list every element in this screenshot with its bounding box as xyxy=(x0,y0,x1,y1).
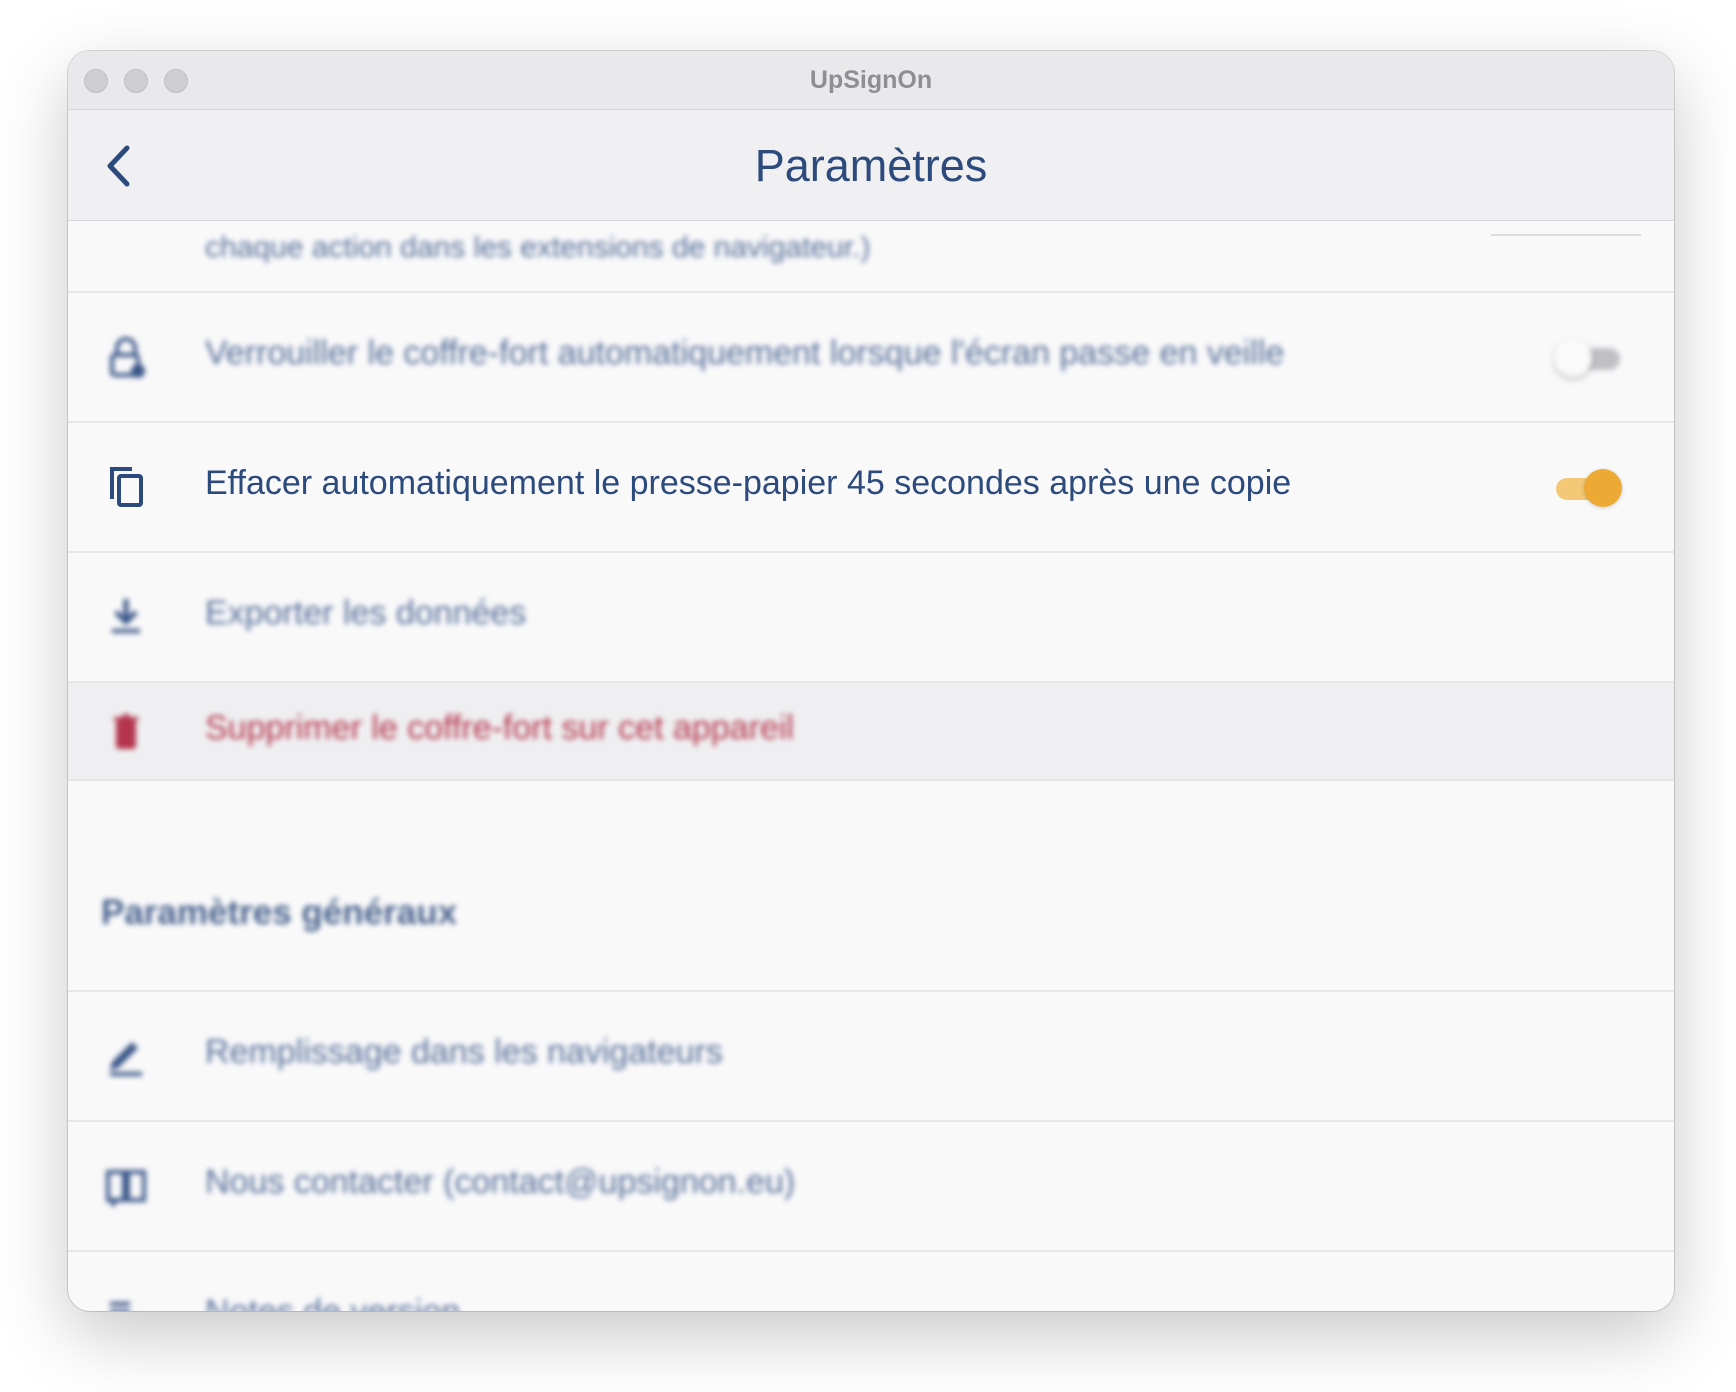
toggle-thumb xyxy=(1584,469,1622,507)
setting-row-lock-on-sleep[interactable]: Verrouiller le coffre-fort automatiqueme… xyxy=(68,293,1674,423)
setting-row-release-notes[interactable]: Notes de version xyxy=(68,1252,1674,1311)
book-icon xyxy=(102,1162,150,1210)
setting-row-contact[interactable]: Nous contacter (contact@upsignon.eu) xyxy=(68,1122,1674,1252)
page-title: Paramètres xyxy=(754,140,988,191)
setting-label: Remplissage dans les navigateurs xyxy=(205,1033,723,1071)
section-title-general: Paramètres généraux xyxy=(101,893,458,932)
setting-row-browser-autofill[interactable]: Remplissage dans les navigateurs xyxy=(68,992,1674,1122)
settings-list: chaque action dans les extensions de nav… xyxy=(68,221,1674,1311)
setting-row-clear-clipboard[interactable]: Effacer automatiquement le presse-papier… xyxy=(68,423,1674,553)
partial-setting-row: chaque action dans les extensions de nav… xyxy=(68,221,1674,293)
window-title: UpSignOn xyxy=(809,66,933,94)
app-window: UpSignOn Paramètres chaque action dans l… xyxy=(68,51,1674,1311)
toggle-thumb xyxy=(1554,339,1592,377)
notes-icon xyxy=(102,1292,150,1311)
pen-icon xyxy=(102,1032,150,1080)
navigation-bar: Paramètres xyxy=(68,110,1674,221)
title-bar: UpSignOn xyxy=(68,51,1674,110)
lock-icon xyxy=(102,333,150,381)
trash-icon xyxy=(102,709,150,757)
setting-label: Supprimer le coffre-fort sur cet apparei… xyxy=(205,709,794,747)
divider xyxy=(1491,234,1641,236)
setting-label: Exporter les données xyxy=(205,594,527,632)
setting-label: Nous contacter (contact@upsignon.eu) xyxy=(205,1163,796,1201)
setting-row-export[interactable]: Exporter les données xyxy=(68,553,1674,683)
download-icon xyxy=(102,593,150,641)
setting-label: Notes de version xyxy=(205,1293,460,1311)
setting-row-delete-vault[interactable]: Supprimer le coffre-fort sur cet apparei… xyxy=(68,683,1674,781)
lock-on-sleep-toggle[interactable] xyxy=(1554,337,1622,377)
setting-label: Effacer automatiquement le presse-papier… xyxy=(205,464,1292,502)
copy-icon xyxy=(102,463,150,511)
clear-clipboard-toggle[interactable] xyxy=(1554,467,1622,507)
setting-description: chaque action dans les extensions de nav… xyxy=(205,231,871,264)
setting-label: Verrouiller le coffre-fort automatiqueme… xyxy=(205,334,1285,372)
